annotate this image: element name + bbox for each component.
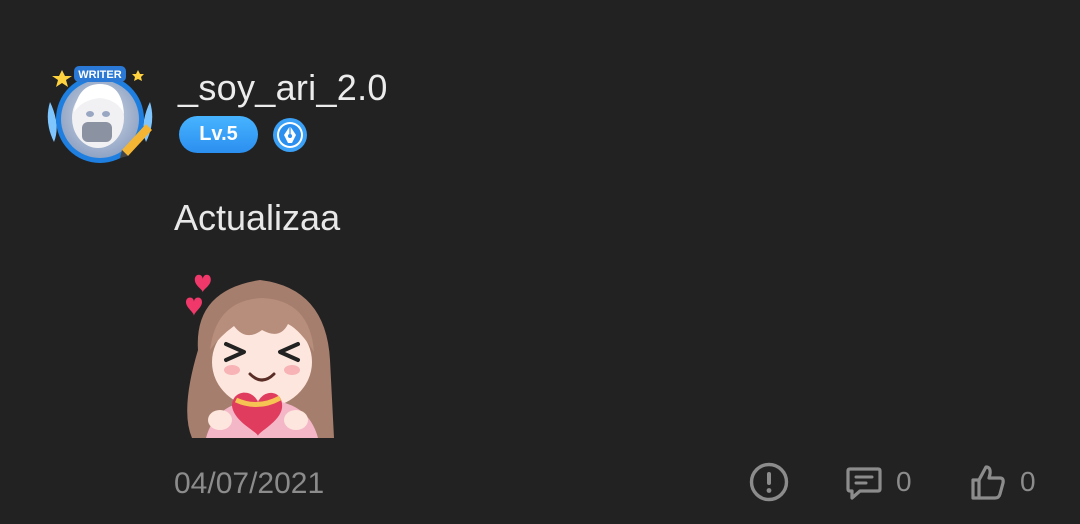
avatar-badge-text: WRITER [78,69,121,81]
level-badge[interactable]: Lv.5 [179,116,258,153]
comment-date: 04/07/2021 [174,467,325,500]
like-icon [971,465,1005,500]
like-count: 0 [1020,466,1036,497]
reply-icon [846,467,882,500]
comment-text: Actualizaa [174,197,341,238]
username[interactable]: _soy_ari_2.0 [178,66,388,110]
report-icon [749,462,789,502]
report-button[interactable] [748,460,790,504]
avatar[interactable]: WRITER [44,62,156,170]
sticker-image[interactable] [176,270,338,438]
comment-card: WRITER _soy_ari_2.0 Lv.5 Actualizaa 04/0… [0,0,1080,524]
reply-count: 0 [896,466,912,497]
like-button[interactable]: 0 [968,460,1036,504]
writer-pen-icon[interactable] [272,117,308,153]
reply-button[interactable]: 0 [844,460,912,504]
